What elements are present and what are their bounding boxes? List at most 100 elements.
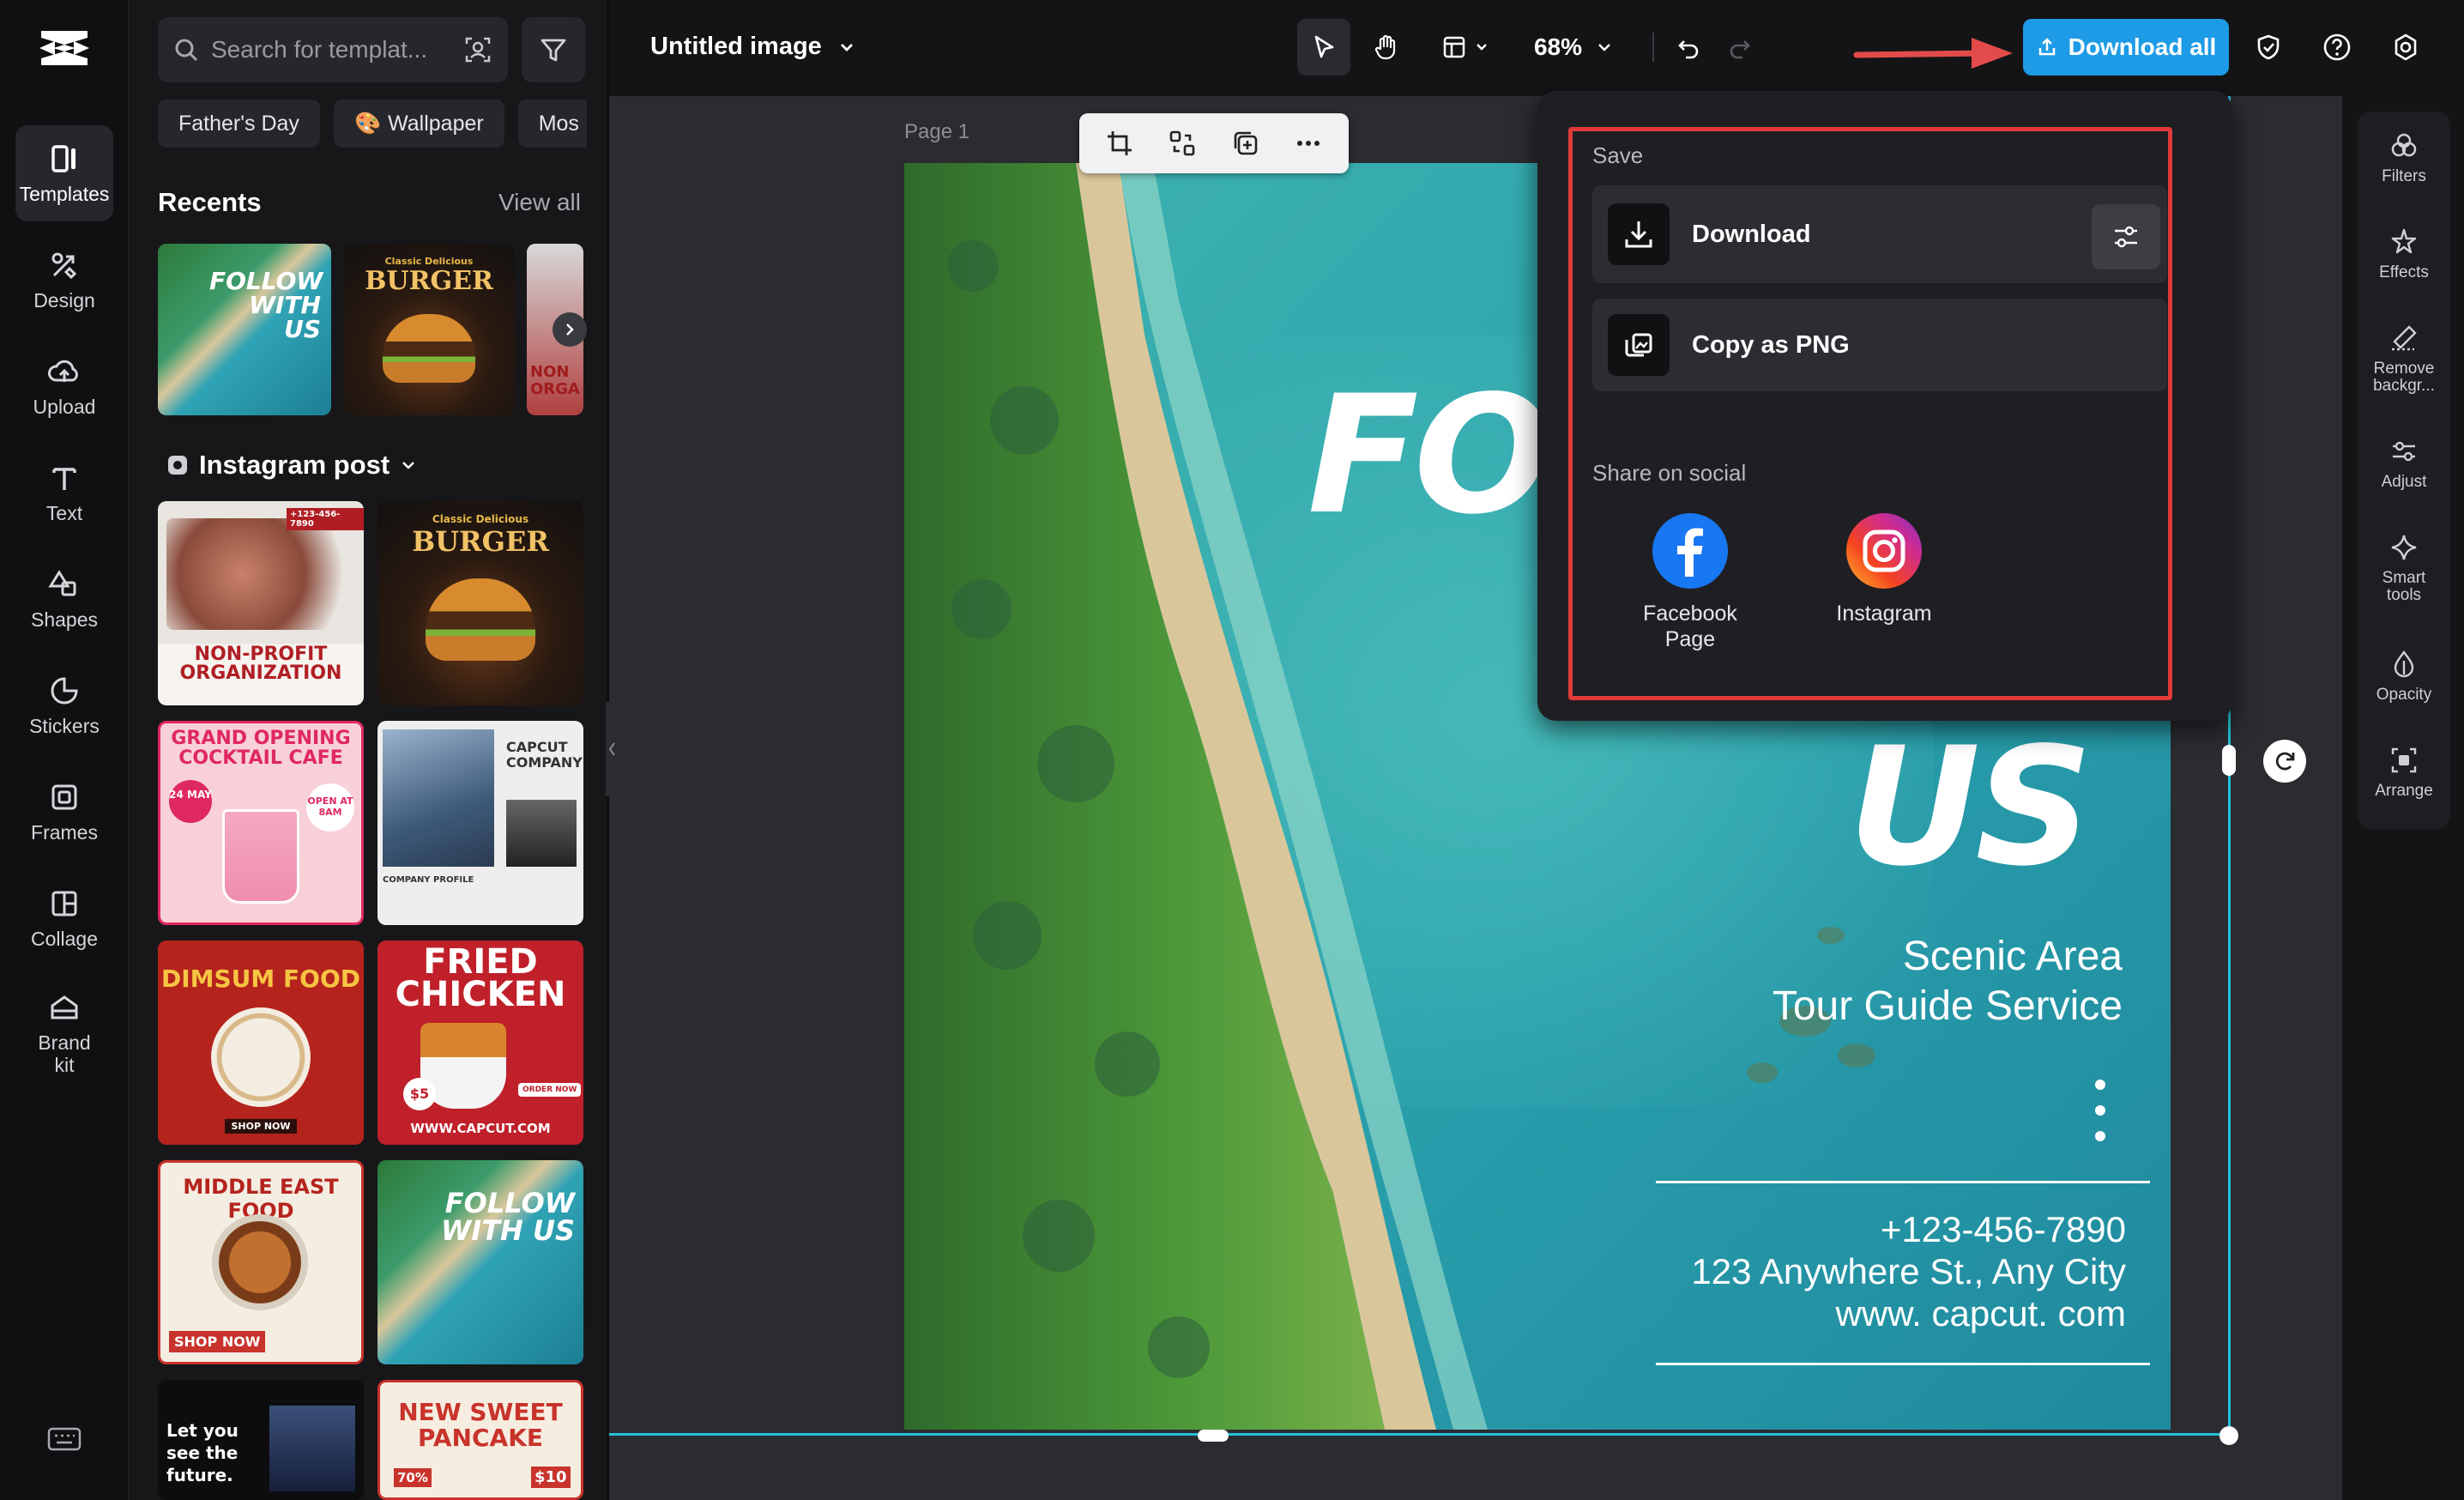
headline-bottom[interactable]: US [1848,712,2087,902]
download-option[interactable]: Download [1592,185,2167,283]
help-button[interactable] [2313,19,2361,76]
more-icon[interactable] [1294,129,1323,158]
copy-icon-box [1608,314,1670,376]
rail-brand-kit[interactable]: Brand kit [15,977,113,1090]
rail-design[interactable]: Design [15,232,113,328]
thumb-title: CAPCUT COMPANY [506,740,580,771]
divider-top [1656,1181,2150,1183]
capcut-logo[interactable] [36,22,93,74]
save-section-label: Save [1592,142,1643,169]
select-tool-button[interactable] [1297,19,1350,76]
rr-label: Opacity [2376,686,2431,704]
duplicate-icon[interactable] [1231,129,1260,158]
template-see-the-future[interactable]: Let you see the future. [158,1380,364,1500]
rotate-button[interactable] [2263,740,2306,783]
rr-label: Effects [2379,264,2429,281]
scenic-text[interactable]: Scenic Area Tour Guide Service [1642,932,2123,1031]
redo-button[interactable] [1716,19,1764,76]
template-burger[interactable]: Classic Delicious BURGER [377,501,583,705]
share-instagram[interactable]: Instagram [1824,511,1944,626]
layout-dropdown-button[interactable] [1431,19,1500,76]
rail-shapes[interactable]: Shapes [15,551,113,647]
image-search-icon[interactable] [463,35,492,64]
resize-handle-right[interactable] [2222,745,2236,776]
thumb-cta: ORDER NOW [518,1083,581,1097]
rail-stickers[interactable]: Stickers [15,657,113,753]
collapse-panel-handle[interactable] [606,702,621,796]
rail-label: Text [46,502,82,524]
template-company-profile[interactable]: CAPCUT COMPANY COMPANY PROFILE [377,721,583,925]
top-bar: Untitled image 68% Download all [609,0,2464,96]
undo-button[interactable] [1664,19,1712,76]
instagram-section-header[interactable]: Instagram post [166,450,417,481]
chip-fathers-day[interactable]: Father's Day [158,100,320,148]
crop-icon[interactable] [1105,129,1134,158]
rail-text[interactable]: Text [15,445,113,541]
rr-adjust[interactable]: Adjust [2358,436,2450,491]
rr-filters[interactable]: Filters [2358,130,2450,185]
rail-label: Design [33,289,95,311]
scroll-right-button[interactable] [553,312,587,347]
rr-smart-tools[interactable]: Smart tools [2358,532,2450,604]
rail-collage[interactable]: Collage [15,870,113,966]
thumb-website: WWW.CAPCUT.COM [377,1121,583,1136]
resize-handle-corner[interactable] [2219,1426,2238,1445]
effects-icon [2389,227,2419,257]
contact-phone: +123-456-7890 [1591,1208,2126,1250]
template-follow-with-us[interactable]: FOLLOW WITH US [377,1160,583,1364]
hand-tool-button[interactable] [1361,19,1412,76]
dots-decoration [2095,1080,2105,1141]
template-pancake[interactable]: NEW SWEET PANCAKE 70% $10 [377,1380,583,1500]
rr-arrange[interactable]: Arrange [2358,745,2450,800]
chip-more[interactable]: Mos [518,100,587,148]
download-settings-button[interactable] [2092,204,2160,269]
search-input[interactable]: Search for templat... [158,17,508,82]
rail-label: Templates [20,183,110,205]
thumb-title: BURGER [343,266,515,296]
sparkle-icon [2389,532,2419,563]
frames-icon [47,780,82,814]
rotate-icon [2272,748,2298,774]
shield-button[interactable] [2244,19,2292,76]
contact-block[interactable]: +123-456-7890 123 Anywhere St., Any City… [1591,1208,2126,1334]
eraser-icon [2389,323,2419,354]
recent-thumb-burger[interactable]: Classic Delicious BURGER [343,244,515,415]
replace-icon[interactable] [1168,129,1197,158]
share-facebook[interactable]: Facebook Page [1630,511,1750,652]
headline-top[interactable]: FO [1307,360,1547,550]
template-dimsum[interactable]: DIMSUM FOOD SHOP NOW [158,941,364,1145]
view-all-link[interactable]: View all [498,189,581,216]
building-image [383,729,494,867]
resize-handle-bottom[interactable] [1198,1430,1229,1442]
right-rail: Filters Effects Remove backgr... Adjust … [2358,112,2450,829]
copy-label: Copy as PNG [1692,331,1850,360]
rail-label: Frames [31,821,98,844]
rr-label: Adjust [2382,474,2427,491]
copy-as-png-option[interactable]: Copy as PNG [1592,299,2167,391]
chevron-down-icon [1596,39,1613,56]
scenic-line-2: Tour Guide Service [1642,982,2123,1031]
template-nonprofit[interactable]: +123-456-7890 NON-PROFIT ORGANIZATION [158,501,364,705]
keyboard-icon[interactable] [47,1426,82,1452]
rail-frames[interactable]: Frames [15,764,113,860]
settings-button[interactable] [2382,19,2430,76]
document-title[interactable]: Untitled image [650,33,856,61]
template-fried-chicken[interactable]: FRIED CHICKEN $5 ORDER NOW WWW.CAPCUT.CO… [377,941,583,1145]
chip-wallpaper[interactable]: 🎨Wallpaper [334,100,504,148]
download-all-button[interactable]: Download all [2023,19,2229,76]
zoom-dropdown[interactable]: 68% [1522,19,1625,76]
template-cocktail-cafe[interactable]: GRAND OPENING COCKTAIL CAFE 24 MAY OPEN … [158,721,364,925]
instagram-icon [1845,511,1923,590]
sliders-icon [2389,436,2419,467]
filter-button[interactable] [522,17,585,82]
rr-opacity[interactable]: Opacity [2358,649,2450,704]
rr-effects[interactable]: Effects [2358,227,2450,281]
dish-shape [212,1214,308,1310]
rail-upload[interactable]: Upload [15,338,113,434]
rr-remove-background[interactable]: Remove backgr... [2358,323,2450,395]
recent-thumb-follow[interactable]: FOLLOW WITH US [158,244,331,415]
rail-templates[interactable]: Templates [15,125,113,221]
template-middle-east-food[interactable]: MIDDLE EAST FOOD SHOP NOW [158,1160,364,1364]
thumb-title: NEW SWEET PANCAKE [385,1400,576,1451]
filters-icon [2389,130,2419,161]
